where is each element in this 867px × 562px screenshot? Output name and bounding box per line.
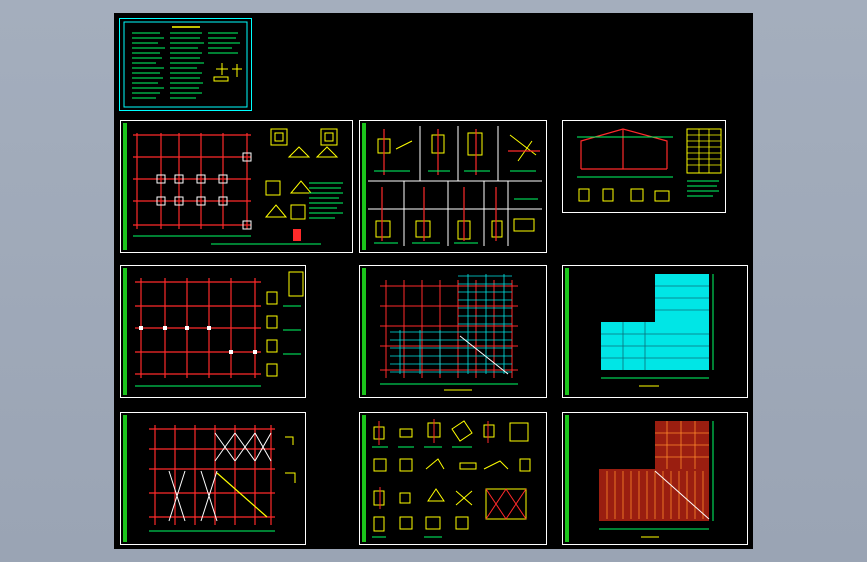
sheet-foundation-plan[interactable] [120,120,353,253]
sheet-frame-elevation[interactable] [562,120,726,213]
sheet-purlin-layout[interactable] [359,265,547,398]
sheet-design-notes[interactable] [119,18,252,111]
sheet-bracing-plan[interactable] [120,412,306,545]
elevation-icon [577,128,722,202]
sheet-node-details[interactable] [359,120,547,253]
sheet-roofing-plan[interactable] [562,412,748,545]
foundation-plan-icon [133,128,343,245]
notes-sheet-icon [123,21,248,108]
sheet-roof-panel-plan[interactable] [562,265,748,398]
sheet-connection-details[interactable] [359,412,547,545]
roof-plan-icon [601,274,714,387]
bracing-plan-icon [149,425,296,532]
drawing-canvas[interactable] [114,13,753,549]
purlin-plan-icon [380,274,518,391]
sheet-column-layout[interactable] [120,265,306,398]
column-plan-icon [135,271,304,387]
details-icon [368,126,542,246]
roofing-plan-icon [599,421,714,538]
connections-icon [372,419,531,538]
